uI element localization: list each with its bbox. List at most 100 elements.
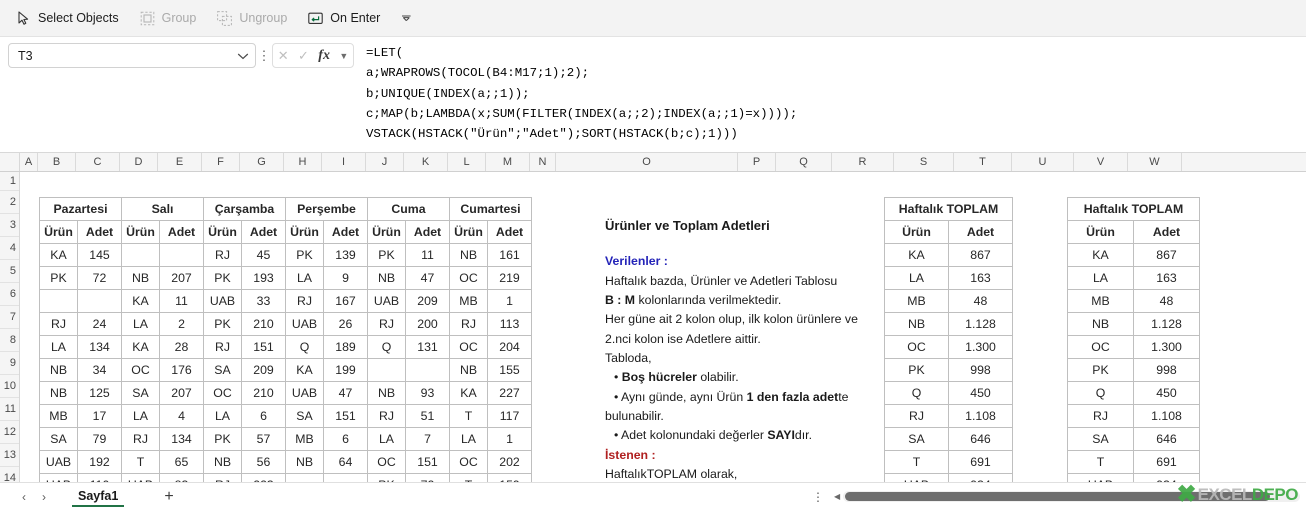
data-cell[interactable] (405, 358, 450, 382)
data-cell[interactable]: RJ (203, 335, 242, 359)
result-amount-cell[interactable]: 646 (1133, 427, 1200, 451)
sub-header-cell[interactable]: Adet (77, 220, 122, 244)
add-sheet-button[interactable]: + (164, 488, 173, 506)
sheet-tab-sayfa1[interactable]: Sayfa1 (72, 486, 125, 507)
result-header-cell[interactable]: Adet (948, 220, 1013, 244)
name-box-options-handle[interactable]: ⋮ (256, 43, 272, 68)
data-cell[interactable]: LA (449, 427, 488, 451)
result-product-cell[interactable]: Q (884, 381, 949, 405)
column-header-f[interactable]: F (202, 153, 240, 171)
data-cell[interactable]: 64 (323, 450, 368, 474)
data-cell[interactable]: 117 (487, 404, 532, 428)
data-cell[interactable]: UAB (367, 289, 406, 313)
data-cell[interactable]: 65 (159, 450, 204, 474)
row-header-8[interactable]: 8 (0, 329, 19, 352)
data-cell[interactable]: 131 (405, 335, 450, 359)
data-cell[interactable]: OC (449, 450, 488, 474)
sub-header-cell[interactable]: Ürün (449, 220, 488, 244)
select-all-corner[interactable] (0, 153, 20, 171)
data-cell[interactable]: 204 (487, 335, 532, 359)
chevron-down-icon[interactable] (237, 52, 249, 60)
column-header-v[interactable]: V (1074, 153, 1128, 171)
data-cell[interactable]: NB (449, 358, 488, 382)
result-product-cell[interactable]: T (884, 450, 949, 474)
data-cell[interactable]: 161 (487, 243, 532, 267)
data-cell[interactable]: PK (39, 266, 78, 290)
group-button[interactable]: Group (130, 4, 206, 32)
day-header-cell[interactable]: Pazartesi (39, 197, 122, 221)
data-cell[interactable]: LA (121, 312, 160, 336)
data-cell[interactable]: T (449, 404, 488, 428)
scroll-left-icon[interactable]: ◀ (834, 492, 840, 501)
data-cell[interactable]: 57 (241, 427, 286, 451)
data-cell[interactable]: 134 (159, 427, 204, 451)
result-product-cell[interactable]: MB (1067, 289, 1134, 313)
data-cell[interactable]: MB (39, 404, 78, 428)
data-cell[interactable]: LA (121, 404, 160, 428)
result-product-cell[interactable]: OC (884, 335, 949, 359)
result-product-cell[interactable]: NB (884, 312, 949, 336)
column-header-n[interactable]: N (530, 153, 556, 171)
confirm-formula-icon[interactable]: ✓ (298, 48, 309, 64)
result-product-cell[interactable]: RJ (884, 404, 949, 428)
day-header-cell[interactable]: Cumartesi (449, 197, 532, 221)
day-header-cell[interactable]: Salı (121, 197, 204, 221)
data-cell[interactable]: Q (285, 335, 324, 359)
row-header-5[interactable]: 5 (0, 260, 19, 283)
result-amount-cell[interactable]: 450 (948, 381, 1013, 405)
data-cell[interactable]: 199 (323, 358, 368, 382)
data-cell[interactable]: 6 (241, 404, 286, 428)
column-header-r[interactable]: R (832, 153, 894, 171)
column-header-d[interactable]: D (120, 153, 158, 171)
sub-header-cell[interactable]: Ürün (367, 220, 406, 244)
row-header-1[interactable]: 1 (0, 172, 19, 191)
row-header-11[interactable]: 11 (0, 398, 19, 421)
data-cell[interactable]: NB (39, 381, 78, 405)
data-cell[interactable]: 209 (241, 358, 286, 382)
data-cell[interactable]: 17 (77, 404, 122, 428)
result-product-cell[interactable]: SA (884, 427, 949, 451)
data-cell[interactable]: KA (121, 289, 160, 313)
column-header-c[interactable]: C (76, 153, 120, 171)
data-cell[interactable]: UAB (285, 381, 324, 405)
result-amount-cell[interactable]: 1.108 (1133, 404, 1200, 428)
data-cell[interactable]: 125 (77, 381, 122, 405)
formula-input[interactable]: =LET( a;WRAPROWS(TOCOL(B4:M17;1);2); b;U… (364, 43, 1300, 147)
data-cell[interactable]: 151 (323, 404, 368, 428)
on-enter-button[interactable]: On Enter (298, 4, 389, 32)
data-cell[interactable]: RJ (449, 312, 488, 336)
data-cell[interactable]: MB (285, 427, 324, 451)
data-cell[interactable]: 207 (159, 266, 204, 290)
data-cell[interactable]: SA (203, 358, 242, 382)
result-amount-cell[interactable]: 691 (948, 450, 1013, 474)
data-cell[interactable]: RJ (285, 289, 324, 313)
result-product-cell[interactable]: PK (884, 358, 949, 382)
row-header-3[interactable]: 3 (0, 214, 19, 237)
data-cell[interactable]: SA (285, 404, 324, 428)
data-cell[interactable]: PK (285, 243, 324, 267)
result-amount-cell[interactable]: 450 (1133, 381, 1200, 405)
result-amount-cell[interactable]: 998 (948, 358, 1013, 382)
result-amount-cell[interactable]: 48 (1133, 289, 1200, 313)
data-cell[interactable]: NB (367, 381, 406, 405)
data-cell[interactable]: 219 (487, 266, 532, 290)
sub-header-cell[interactable]: Adet (487, 220, 532, 244)
data-cell[interactable]: 207 (159, 381, 204, 405)
result-product-cell[interactable]: SA (1067, 427, 1134, 451)
data-cell[interactable]: KA (449, 381, 488, 405)
insert-function-icon[interactable]: fx (318, 48, 330, 64)
data-cell[interactable]: PK (203, 266, 242, 290)
prev-sheet-icon[interactable]: ‹ (22, 490, 26, 504)
scroll-split-handle[interactable]: ⋮ (812, 490, 824, 504)
data-cell[interactable]: 56 (241, 450, 286, 474)
data-cell[interactable]: 200 (405, 312, 450, 336)
data-cell[interactable]: 51 (405, 404, 450, 428)
sub-header-cell[interactable]: Adet (159, 220, 204, 244)
data-cell[interactable]: LA (285, 266, 324, 290)
data-cell[interactable] (367, 358, 406, 382)
worksheet-canvas[interactable]: Pazartesi Salı Çarşamba Perşembe Cuma Cumarte… (20, 172, 1306, 510)
data-cell[interactable] (77, 289, 122, 313)
data-cell[interactable]: 24 (77, 312, 122, 336)
column-header-b[interactable]: B (38, 153, 76, 171)
data-cell[interactable]: 1 (487, 289, 532, 313)
